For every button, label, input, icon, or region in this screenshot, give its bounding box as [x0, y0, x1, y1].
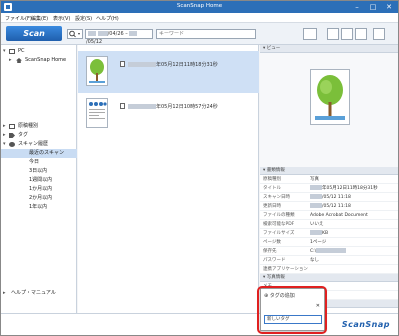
status-bar: ScanSnap: [1, 313, 398, 335]
prop-row: スキャン日時/05/12 11:18: [260, 193, 398, 202]
calendar-icon: [88, 31, 96, 36]
sidebar-item-tag[interactable]: ▸ タグ: [1, 131, 77, 140]
tag-icon: [9, 133, 15, 138]
prop-row: 更新日時/05/12 11:18: [260, 202, 398, 211]
tree-photo-icon: [315, 75, 345, 120]
search-input[interactable]: [157, 30, 245, 38]
prop-row: 保存先 C:\: [260, 247, 398, 256]
catalog-page-icon: [89, 102, 107, 119]
panel-toggle-button[interactable]: [373, 28, 385, 40]
menu-view[interactable]: 表示(V): [53, 15, 70, 22]
sidebar: ▾ PC ▸ ScanSnap Home ▸ 原稿種別 ▸ タグ ▾ スキャン履…: [1, 45, 77, 313]
photo-info-header[interactable]: ▾ 写真情報: [260, 274, 398, 282]
pdf-file-icon: [120, 103, 125, 109]
sidebar-item-recent-scans[interactable]: 最近のスキャン: [1, 149, 77, 158]
menu-help[interactable]: ヘルプ(H): [96, 15, 119, 22]
prop-row: ファイルサイズ KB: [260, 229, 398, 238]
chevron-down-icon: ▾: [3, 141, 6, 147]
list-item[interactable]: 年05月12日10時57分24秒: [78, 93, 259, 135]
title-bar: ScanSnap Home – □ ✕: [1, 1, 398, 13]
preview-image: [310, 69, 350, 125]
search-icon: [69, 30, 80, 38]
menu-bar: ファイル(F) 編集(E) 表示(V) 設定(S) ヘルプ(H): [1, 13, 398, 23]
sort-button[interactable]: [303, 28, 317, 40]
document-info-header[interactable]: ▾ 書類情報: [260, 167, 398, 175]
preview-area: [260, 53, 398, 167]
prop-row: 検索可能なPDF いいえ: [260, 220, 398, 229]
document-thumbnail: [86, 98, 108, 128]
tree-photo-icon: [89, 59, 105, 83]
sidebar-item-help-manual[interactable]: ▸ ヘルプ・マニュアル: [1, 289, 77, 298]
sidebar-item-1-week[interactable]: 1週間以内: [1, 176, 77, 185]
sidebar-item-pc[interactable]: ▾ PC: [1, 47, 77, 56]
search-filter-button[interactable]: [67, 29, 83, 39]
window-title: ScanSnap Home: [176, 3, 223, 9]
sidebar-item-scan-history[interactable]: ▾ スキャン履歴: [1, 140, 77, 149]
highlight-callout: [257, 286, 327, 334]
chevron-right-icon: ▸: [3, 290, 6, 296]
prop-row: 連携アプリケーション: [260, 265, 398, 274]
sidebar-item-1-month[interactable]: 1か月以内: [1, 185, 77, 194]
minimize-button[interactable]: –: [351, 2, 363, 12]
pdf-file-icon: [120, 61, 125, 67]
search-field[interactable]: [156, 29, 256, 39]
chevron-right-icon: ▸: [3, 132, 6, 138]
app-window: ScanSnap Home – □ ✕ ファイル(F) 編集(E) 表示(V) …: [0, 0, 399, 336]
sidebar-item-2-months[interactable]: 2か月以内: [1, 194, 77, 203]
list-item[interactable]: 年05月12日11時18分31秒: [78, 51, 259, 93]
prop-row: パスワード なし: [260, 256, 398, 265]
prop-row: タイトル 年05月12日11時18分31秒: [260, 184, 398, 193]
home-icon: [16, 58, 22, 63]
prop-row: ファイルの種類 Adobe Acrobat Document: [260, 211, 398, 220]
detail-pane: ▾ ビュー ▾ 書類情報 原稿種別 写真 タイトル 年05月12日11時18分31秒…: [260, 45, 398, 313]
chevron-down-icon: ▾: [3, 48, 6, 54]
history-icon: [9, 142, 15, 147]
date-from: /04/26: [107, 31, 124, 37]
date-range-field[interactable]: /04/26 – /05/12: [85, 29, 153, 45]
sidebar-item-3-days[interactable]: 3日以内: [1, 167, 77, 176]
list-view-button[interactable]: [341, 28, 353, 40]
brand-logo: ScanSnap: [341, 320, 390, 329]
detail-view-button[interactable]: [355, 28, 367, 40]
toolbar: Scan /04/26 – /05/12: [1, 23, 398, 45]
folder-icon: [9, 124, 15, 129]
menu-edit[interactable]: 編集(E): [31, 15, 48, 22]
prop-row: ページ数 1ページ: [260, 238, 398, 247]
menu-file[interactable]: ファイル(F): [5, 15, 32, 22]
close-button[interactable]: ✕: [383, 2, 395, 12]
prop-row: 原稿種別 写真: [260, 175, 398, 184]
document-thumbnail: [86, 56, 108, 86]
maximize-button[interactable]: □: [367, 2, 379, 12]
chevron-right-icon: ▸: [9, 57, 12, 63]
scan-button[interactable]: Scan: [6, 26, 62, 41]
chevron-right-icon: ▸: [3, 123, 6, 129]
menu-settings[interactable]: 設定(S): [75, 15, 92, 22]
grid-view-button[interactable]: [327, 28, 339, 40]
sidebar-item-scansnap-home[interactable]: ▸ ScanSnap Home: [1, 56, 77, 65]
sidebar-item-document-type[interactable]: ▸ 原稿種別: [1, 122, 77, 131]
sidebar-item-1-year[interactable]: 1年以内: [1, 203, 77, 212]
sidebar-item-today[interactable]: 今日: [1, 158, 77, 167]
monitor-icon: [9, 49, 15, 54]
document-list: 年05月12日11時18分31秒 年05月12日10時57分24秒: [78, 45, 259, 313]
preview-section-header[interactable]: ▾ ビュー: [260, 45, 398, 53]
document-title: 年05月12日11時18分31秒: [156, 62, 218, 68]
document-title: 年05月12日10時57分24秒: [156, 104, 218, 110]
